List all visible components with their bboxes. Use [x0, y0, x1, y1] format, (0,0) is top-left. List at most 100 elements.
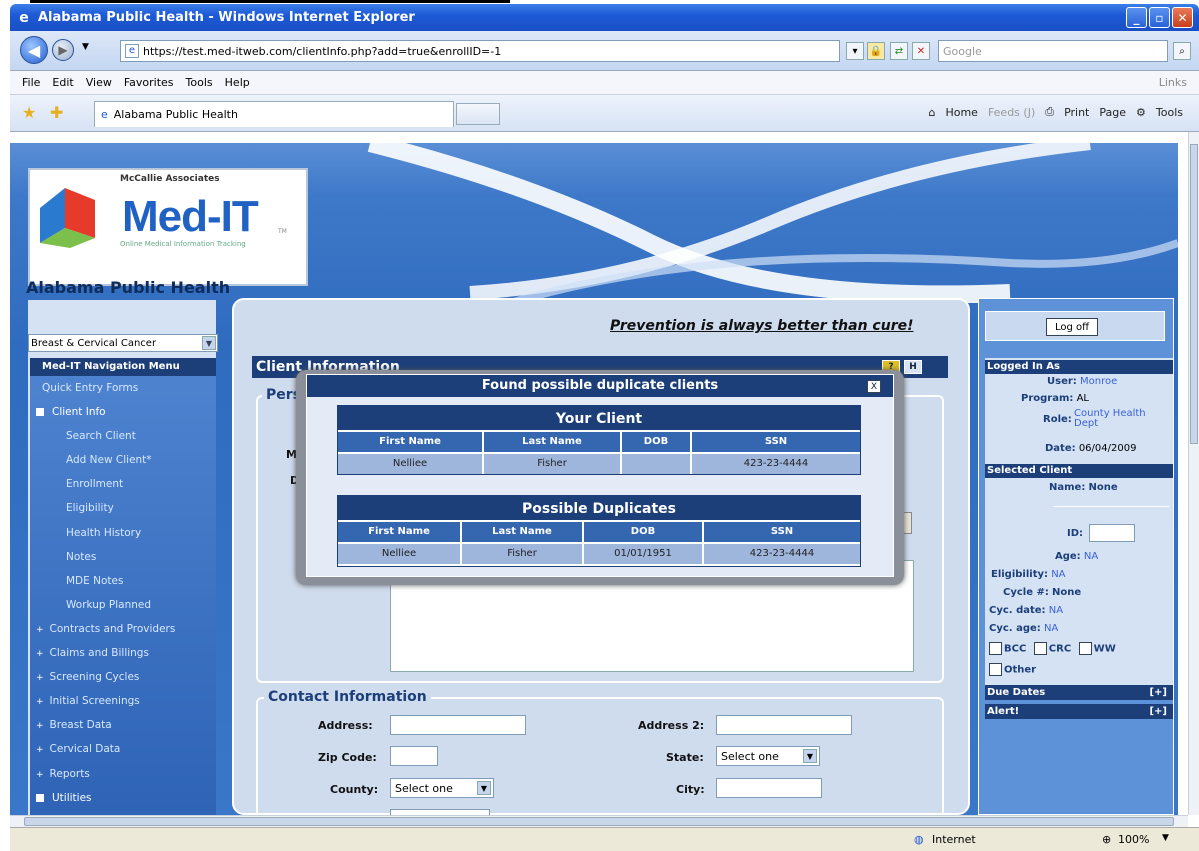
horizontal-scrollbar[interactable] — [10, 815, 1188, 827]
back-button[interactable]: ◀ — [20, 36, 48, 64]
program-value: AL — [1076, 393, 1089, 404]
logo-name: Med-IT — [122, 192, 259, 241]
vertical-scrollbar[interactable] — [1188, 132, 1199, 815]
name-value: None — [1088, 482, 1118, 493]
role-label: Role: — [1043, 414, 1072, 425]
nav-item[interactable]: Search Client — [30, 424, 216, 448]
page-button[interactable]: Page — [1099, 106, 1126, 119]
zip-input[interactable] — [390, 746, 438, 766]
nav-item[interactable]: Initial Screenings — [30, 689, 216, 713]
address-dropdown-icon[interactable]: ▾ — [846, 42, 864, 60]
ww-checkbox[interactable] — [1078, 642, 1092, 655]
nav-item[interactable]: Claims and Billings — [30, 641, 216, 665]
menu-file[interactable]: File — [22, 76, 40, 89]
horizontal-scroll-thumb[interactable] — [24, 817, 1174, 826]
nav-item[interactable]: Breast Data — [30, 713, 216, 737]
nav-header: Med-IT Navigation Menu — [30, 358, 216, 376]
maximize-button[interactable]: ▫ — [1149, 7, 1170, 28]
nav-item-label: Workup Planned — [66, 598, 152, 611]
nav-item[interactable]: Health History — [30, 521, 216, 545]
stop-icon[interactable]: ✕ — [912, 42, 930, 60]
nav-item[interactable]: Workup Planned — [30, 593, 216, 617]
other-checkbox[interactable] — [989, 663, 1002, 676]
zoom-dropdown-icon[interactable]: ▼ — [1162, 833, 1169, 843]
tools-icon[interactable]: ⚙ — [1136, 106, 1146, 119]
program-select[interactable]: Breast & Cervical Cancer ▼ — [28, 334, 218, 352]
alert-expand[interactable]: [+] — [1149, 704, 1167, 719]
search-icon[interactable]: ⌕ — [1173, 42, 1191, 60]
alert-header[interactable]: Alert! [+] — [985, 704, 1173, 719]
nav-item-label: Quick Entry Forms — [42, 382, 139, 394]
history-dropdown-icon[interactable]: ▼ — [82, 42, 89, 52]
help-h-button[interactable]: H — [904, 360, 922, 374]
nav-item[interactable]: Screening Cycles — [30, 665, 216, 689]
nav-item[interactable]: Notes — [30, 545, 216, 569]
nav-item[interactable]: Enrollment — [30, 472, 216, 496]
add-favorite-icon[interactable]: ✚ — [50, 103, 63, 122]
chevron-down-icon[interactable]: ▼ — [803, 749, 817, 763]
new-tab-button[interactable] — [456, 103, 500, 125]
forward-button[interactable]: ▶ — [52, 39, 74, 61]
due-dates-expand[interactable]: [+] — [1149, 685, 1167, 700]
tools-button[interactable]: Tools — [1156, 106, 1183, 119]
menu-help[interactable]: Help — [225, 76, 250, 89]
address-bar[interactable]: e https://test.med-itweb.com/clientInfo.… — [120, 40, 840, 62]
lock-icon[interactable]: 🔒 — [867, 42, 885, 60]
menu-tools[interactable]: Tools — [186, 76, 213, 89]
zone-text: Internet — [932, 833, 976, 846]
nav-item-label: Client Info — [52, 406, 106, 419]
address2-input[interactable] — [716, 715, 852, 735]
nav-item[interactable]: Client Info — [30, 400, 216, 424]
vertical-scroll-thumb[interactable] — [1190, 144, 1198, 444]
links-label[interactable]: Links — [1159, 76, 1187, 89]
tab-alabama-public-health[interactable]: e Alabama Public Health — [94, 101, 454, 127]
med-it-logo: McCallie Associates Med-IT TM Online Med… — [28, 168, 308, 286]
print-button[interactable]: Print — [1064, 106, 1089, 119]
nav-item[interactable]: Quick Entry Forms — [30, 376, 216, 400]
nav-item[interactable]: Contracts and Providers — [30, 617, 216, 641]
globe-icon: ◍ — [914, 833, 924, 846]
county-select[interactable]: Select one ▼ — [390, 778, 494, 798]
home-button[interactable]: Home — [945, 106, 977, 119]
cyc-date-value: NA — [1048, 605, 1064, 616]
chevron-down-icon[interactable]: ▼ — [477, 781, 491, 795]
chevron-down-icon[interactable]: ▼ — [202, 336, 216, 350]
modal-close-button[interactable]: X — [867, 380, 881, 393]
client-id-input[interactable] — [1089, 524, 1135, 542]
due-dates-header[interactable]: Due Dates [+] — [985, 685, 1173, 700]
state-select[interactable]: Select one ▼ — [716, 746, 820, 766]
zoom-level[interactable]: 100% — [1118, 833, 1149, 846]
cube-logo-icon — [40, 188, 95, 248]
nav-item[interactable]: Cervical Data — [30, 737, 216, 761]
refresh-icon[interactable]: ⇄ — [890, 42, 908, 60]
nav-item-label: Cervical Data — [49, 743, 121, 756]
feeds-button[interactable]: Feeds (J) — [988, 106, 1035, 119]
table-row[interactable]: Nelliee Fisher 01/01/1951 423-23-4444 — [338, 542, 860, 564]
bcc-checkbox[interactable] — [989, 642, 1002, 655]
id-label: ID: — [1067, 528, 1084, 539]
nav-item[interactable]: Reports — [30, 762, 216, 786]
favorites-star-icon[interactable]: ★ — [22, 103, 36, 122]
date-value: 06/04/2009 — [1078, 443, 1137, 454]
nav-item[interactable]: MDE Notes — [30, 569, 216, 593]
city-input[interactable] — [716, 778, 822, 798]
cyc-date-label: Cyc. date: — [989, 605, 1046, 616]
tab-label: Alabama Public Health — [113, 108, 238, 121]
close-button[interactable]: ✕ — [1172, 7, 1193, 28]
address-input[interactable] — [390, 715, 526, 735]
menu-favorites[interactable]: Favorites — [124, 76, 174, 89]
menu-edit[interactable]: Edit — [52, 76, 73, 89]
nav-item[interactable]: Add New Client* — [30, 448, 216, 472]
minimize-button[interactable]: _ — [1126, 7, 1147, 28]
search-input[interactable]: Google — [938, 40, 1168, 62]
menu-view[interactable]: View — [86, 76, 112, 89]
nav-item[interactable]: Eligibility — [30, 496, 216, 520]
zoom-icon[interactable]: ⊕ — [1102, 833, 1111, 846]
print-icon[interactable]: ⎙ — [1045, 105, 1054, 119]
expand-box-icon — [36, 408, 44, 417]
crc-checkbox[interactable] — [1033, 642, 1047, 655]
logoff-button[interactable]: Log off — [1046, 318, 1098, 336]
page-icon: e — [125, 44, 139, 58]
nav-item[interactable]: Utilities — [30, 786, 216, 810]
home-icon[interactable]: ⌂ — [928, 106, 935, 119]
